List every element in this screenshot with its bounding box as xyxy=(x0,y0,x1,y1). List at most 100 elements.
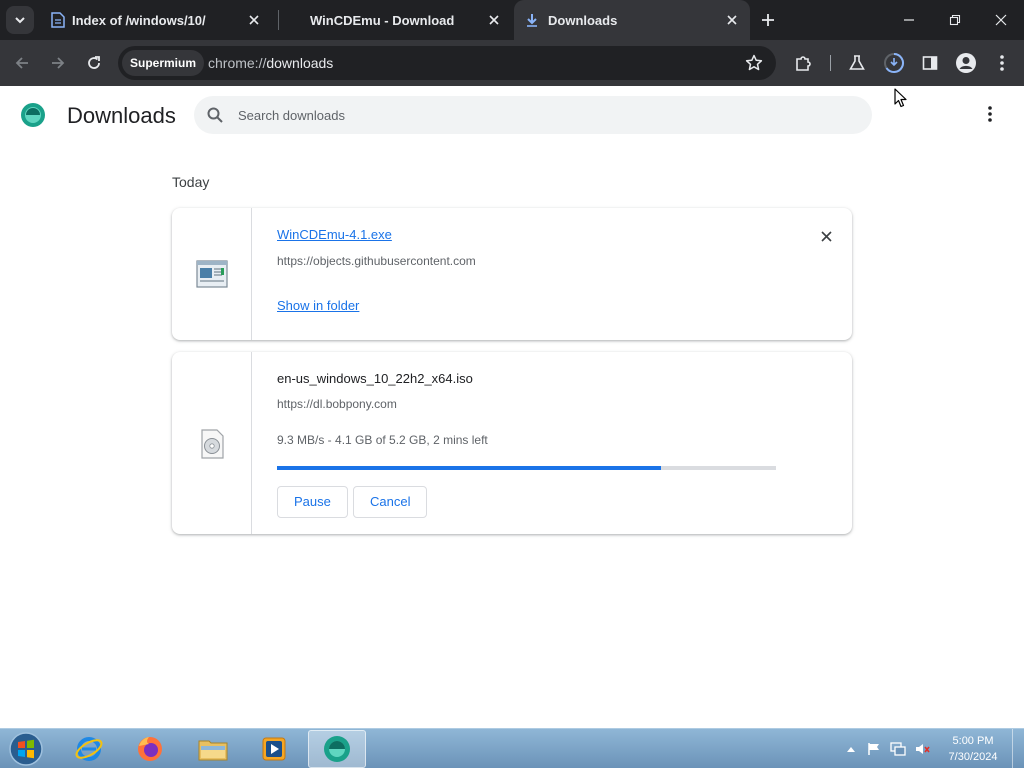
tab-title: Index of /windows/10/ xyxy=(72,12,206,28)
page-icon xyxy=(50,12,66,28)
arrow-left-icon xyxy=(15,57,28,69)
chevron-up-icon xyxy=(847,747,855,752)
tray-overflow-button[interactable] xyxy=(843,729,859,769)
taskbar: 5:00 PM 7/30/2024 xyxy=(0,728,1024,769)
taskbar-file-explorer[interactable] xyxy=(184,730,242,768)
tab-search-button[interactable] xyxy=(6,6,34,34)
volume-muted-icon xyxy=(916,744,930,754)
close-icon[interactable] xyxy=(724,12,740,28)
downloads-header: Downloads xyxy=(0,86,1024,146)
clock-time: 5:00 PM xyxy=(952,735,994,747)
profile-button[interactable] xyxy=(952,49,980,77)
more-vert-icon xyxy=(988,106,992,122)
installer-icon xyxy=(196,260,228,288)
download-item: en-us_windows_10_22h2_x64.iso https://dl… xyxy=(172,352,852,534)
file-icon-column xyxy=(172,208,252,340)
pause-button[interactable]: Pause xyxy=(277,486,348,518)
browser-toolbar: Supermium chrome://downloads xyxy=(0,40,1024,86)
download-progress-fill xyxy=(277,466,662,470)
search-icon xyxy=(207,107,223,123)
tab-title: Downloads xyxy=(548,12,618,28)
bookmark-star-button[interactable] xyxy=(742,51,766,75)
arrow-right-icon xyxy=(52,57,65,69)
cancel-button[interactable]: Cancel xyxy=(353,486,428,518)
tab-separator xyxy=(278,10,279,30)
puzzle-icon xyxy=(796,56,811,71)
show-in-folder-link[interactable]: Show in folder xyxy=(277,298,359,313)
flask-icon xyxy=(849,55,865,70)
extensions-button[interactable] xyxy=(790,49,818,77)
clock-date: 7/30/2024 xyxy=(948,751,998,763)
tray-network[interactable] xyxy=(890,729,906,769)
close-icon xyxy=(820,230,832,242)
url-path: downloads xyxy=(266,55,334,71)
download-item: WinCDEmu-4.1.exe https://objects.githubu… xyxy=(172,208,852,340)
toolbar-divider xyxy=(830,55,831,71)
downloads-menu-button[interactable] xyxy=(978,102,1002,126)
taskbar-media-player[interactable] xyxy=(245,730,303,768)
avatar-icon xyxy=(956,53,976,73)
download-progress-icon xyxy=(884,53,904,73)
source-url: https://objects.githubusercontent.com xyxy=(277,254,476,268)
more-vert-icon xyxy=(1000,55,1004,71)
tray-action-center[interactable] xyxy=(866,729,882,769)
file-icon-column xyxy=(172,352,252,534)
source-url: https://dl.bobpony.com xyxy=(277,397,397,411)
tab-downloads[interactable]: Downloads xyxy=(514,0,750,40)
start-button[interactable] xyxy=(4,729,48,769)
back-button[interactable] xyxy=(8,49,36,77)
url-text[interactable]: chrome://downloads xyxy=(208,46,333,80)
restore-icon xyxy=(949,14,961,26)
tab-title: WinCDEmu - Download xyxy=(310,12,455,28)
chevron-down-icon xyxy=(15,17,25,24)
search-input[interactable] xyxy=(238,96,838,134)
taskbar-supermium[interactable] xyxy=(308,730,366,768)
address-bar[interactable]: Supermium chrome://downloads xyxy=(118,46,776,80)
restore-button[interactable] xyxy=(932,0,978,40)
remove-download-button[interactable] xyxy=(816,226,836,246)
search-box[interactable] xyxy=(194,96,872,134)
side-panel-button[interactable] xyxy=(916,49,944,77)
close-icon xyxy=(995,14,1007,26)
reload-icon xyxy=(88,56,100,69)
side-panel-icon xyxy=(922,56,938,70)
url-scheme: chrome:// xyxy=(208,55,267,71)
mouse-cursor-icon xyxy=(894,88,907,108)
close-icon[interactable] xyxy=(246,12,262,28)
close-icon[interactable] xyxy=(486,12,502,28)
close-window-button[interactable] xyxy=(978,0,1024,40)
disc-image-icon xyxy=(201,429,224,459)
internet-explorer-icon xyxy=(75,737,103,761)
download-icon xyxy=(524,12,540,28)
new-tab-button[interactable] xyxy=(758,10,778,30)
download-progress-bar xyxy=(277,466,776,470)
page-title: Downloads xyxy=(67,103,176,128)
plus-icon xyxy=(762,14,774,26)
file-name-link[interactable]: WinCDEmu-4.1.exe xyxy=(277,227,392,242)
windows-orb-icon xyxy=(9,732,43,766)
site-chip[interactable]: Supermium xyxy=(122,50,205,76)
browser-menu-button[interactable] xyxy=(988,49,1016,77)
star-icon xyxy=(745,54,763,71)
labs-button[interactable] xyxy=(843,49,871,77)
downloads-toolbar-button[interactable] xyxy=(880,49,908,77)
show-desktop-button[interactable] xyxy=(1012,729,1024,769)
file-name[interactable]: en-us_windows_10_22h2_x64.iso xyxy=(277,371,473,386)
reload-button[interactable] xyxy=(80,49,108,77)
download-status: 9.3 MB/s - 4.1 GB of 5.2 GB, 2 mins left xyxy=(277,433,488,447)
tab-wincdemu[interactable]: WinCDEmu - Download xyxy=(280,0,510,40)
taskbar-internet-explorer[interactable] xyxy=(60,730,118,768)
file-explorer-icon xyxy=(198,740,228,761)
taskbar-firefox[interactable] xyxy=(121,730,179,768)
forward-button[interactable] xyxy=(44,49,72,77)
tab-index-windows[interactable]: Index of /windows/10/ xyxy=(40,0,272,40)
flag-icon xyxy=(868,743,879,755)
taskbar-clock[interactable]: 5:00 PM 7/30/2024 xyxy=(940,733,1006,765)
date-section-label: Today xyxy=(172,174,210,190)
downloads-logo-icon xyxy=(21,103,45,127)
supermium-icon xyxy=(324,736,350,762)
tray-volume[interactable] xyxy=(915,729,931,769)
tab-strip: Index of /windows/10/ WinCDEmu - Downloa… xyxy=(0,0,1024,40)
media-player-icon xyxy=(262,737,286,761)
minimize-button[interactable] xyxy=(886,0,932,40)
